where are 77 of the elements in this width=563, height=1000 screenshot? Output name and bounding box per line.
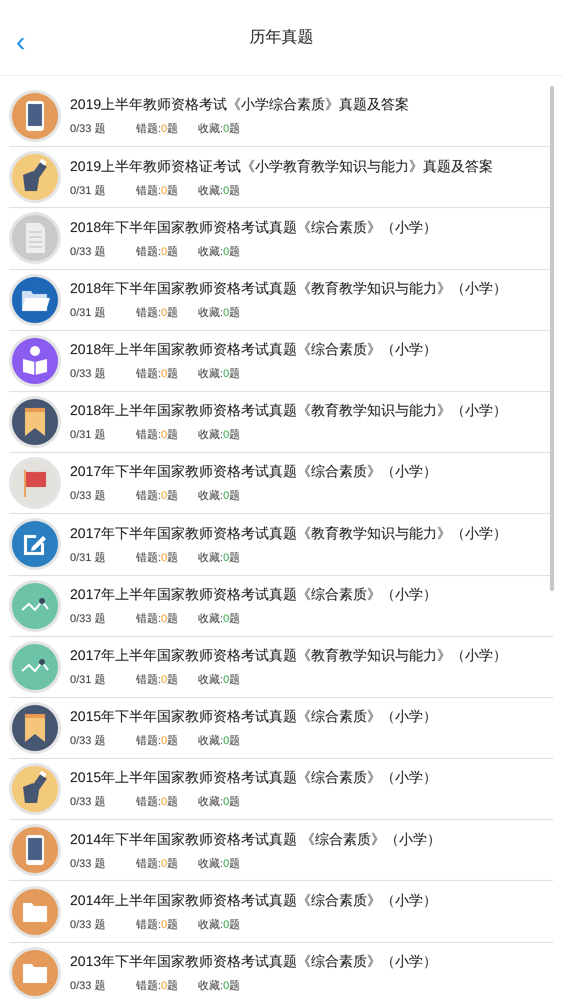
paper-item[interactable]: 2018年上半年国家教师资格考试真题《综合素质》（小学） 0/33 题 错题:0题 收藏:0题 (9, 330, 553, 392)
progress-count: 0/31 题 (70, 306, 106, 321)
wrong-count: 错题:0题 (136, 673, 178, 688)
progress-count: 0/33 题 (70, 489, 106, 504)
saved-count: 收藏:0题 (198, 244, 240, 260)
progress-count: 0/33 题 (70, 244, 106, 260)
paper-title: 2018年上半年国家教师资格考试真题《综合素质》（小学） (70, 340, 438, 360)
paper-item[interactable]: 2017年下半年国家教师资格考试真题《教育教学知识与能力》（小学） 0/31 题 错题:0题 收藏:0题 (9, 514, 553, 576)
paper-item[interactable]: 2018年下半年国家教师资格考试真题《教育教学知识与能力》（小学） 0/31 题 错题:0题 收藏:0题 (9, 270, 553, 331)
paper-item[interactable]: 2018年上半年国家教师资格考试真题《教育教学知识与能力》（小学） 0/31 题 错题:0题 收藏:0题 (9, 392, 553, 454)
paper-title: 2018年上半年国家教师资格考试真题《教育教学知识与能力》（小学） (70, 401, 508, 420)
progress-count: 0/31 题 (70, 673, 106, 688)
progress-count: 0/33 题 (70, 795, 106, 810)
wrong-count: 错题:0题 (136, 367, 178, 382)
paper-title: 2018年下半年国家教师资格考试真题《教育教学知识与能力》（小学） (70, 278, 508, 298)
paper-title: 2014年上半年国家教师资格考试真题《综合素质》（小学） (70, 890, 438, 910)
progress-count: 0/33 题 (70, 734, 106, 750)
paper-title: 2019上半年教师资格证考试《小学教育教学知识与能力》真题及答案 (70, 156, 494, 176)
paper-title: 2014年下半年国家教师资格考试真题 《综合素质》（小学） (70, 830, 442, 849)
wrong-count: 错题:0题 (136, 612, 178, 627)
wrong-count: 错题:0题 (136, 184, 178, 199)
progress-count: 0/31 题 (70, 184, 106, 199)
paper-item[interactable]: 2019上半年教师资格考试《小学综合素质》真题及答案 0/33 题 错题:0题 收藏:0题 (9, 86, 553, 148)
progress-count: 0/33 题 (70, 612, 106, 627)
wrong-count: 错题:0题 (136, 489, 178, 504)
saved-count: 收藏:0题 (198, 306, 240, 321)
wrong-count: 错题:0题 (136, 122, 178, 138)
saved-count: 收藏:0题 (198, 122, 240, 138)
saved-count: 收藏:0题 (198, 366, 240, 382)
wrong-count: 错题:0题 (136, 856, 178, 872)
wrong-count: 错题:0题 (136, 244, 178, 260)
paper-title: 2017年下半年国家教师资格考试真题《综合素质》（小学） (70, 462, 438, 482)
paper-item[interactable]: 2017年上半年国家教师资格考试真题《综合素质》（小学） 0/33 题 错题:0题 收藏:0题 (9, 576, 553, 637)
saved-count: 收藏:0题 (198, 428, 240, 444)
saved-count: 收藏:0题 (198, 488, 240, 504)
saved-count: 收藏:0题 (198, 550, 240, 566)
saved-count: 收藏:0题 (198, 672, 240, 688)
paper-title: 2017年下半年国家教师资格考试真题《教育教学知识与能力》（小学） (70, 524, 508, 543)
progress-count: 0/33 题 (70, 918, 106, 933)
scrollbar[interactable] (550, 86, 554, 591)
wrong-count: 错题:0题 (136, 978, 178, 994)
progress-count: 0/33 题 (70, 856, 106, 872)
saved-count: 收藏:0题 (198, 612, 240, 627)
wrong-count: 错题:0题 (136, 306, 178, 321)
paper-title: 2017年上半年国家教师资格考试真题《综合素质》（小学） (70, 584, 438, 604)
wrong-count: 错题:0题 (136, 734, 178, 750)
paper-item[interactable]: 2013年下半年国家教师资格考试真题《综合素质》（小学） 0/33 题 错题:0题 收藏:0题 (9, 942, 553, 1000)
saved-count: 收藏:0题 (198, 794, 240, 810)
page-title: 历年真题 (250, 28, 314, 48)
saved-count: 收藏:0题 (198, 918, 240, 933)
paper-title: 2019上半年教师资格考试《小学综合素质》真题及答案 (70, 95, 410, 114)
paper-title: 2015年下半年国家教师资格考试真题《综合素质》（小学） (70, 707, 438, 726)
progress-count: 0/33 题 (70, 367, 106, 382)
paper-title: 2015年上半年国家教师资格考试真题《综合素质》（小学） (70, 768, 438, 788)
saved-count: 收藏:0题 (198, 978, 240, 994)
paper-item[interactable]: 2015年下半年国家教师资格考试真题《综合素质》（小学） 0/33 题 错题:0题 收藏:0题 (9, 698, 553, 760)
paper-title: 2013年下半年国家教师资格考试真题《综合素质》（小学） (70, 952, 438, 971)
saved-count: 收藏:0题 (198, 184, 240, 199)
paper-item[interactable]: 2018年下半年国家教师资格考试真题《综合素质》（小学） 0/33 题 错题:0题 收藏:0题 (9, 208, 553, 270)
wrong-count: 错题:0题 (136, 795, 178, 810)
paper-title: 2017年上半年国家教师资格考试真题《教育教学知识与能力》（小学） (70, 646, 508, 666)
progress-count: 0/33 题 (70, 122, 106, 138)
paper-item[interactable]: 2017年上半年国家教师资格考试真题《教育教学知识与能力》（小学） 0/31 题 错题:0题 收藏:0题 (9, 636, 553, 698)
wrong-count: 错题:0题 (136, 918, 178, 933)
paper-title: 2018年下半年国家教师资格考试真题《综合素质》（小学） (70, 218, 438, 237)
progress-count: 0/31 题 (70, 428, 106, 444)
paper-item[interactable]: 2017年下半年国家教师资格考试真题《综合素质》（小学） 0/33 题 错题:0题 收藏:0题 (9, 453, 553, 514)
saved-count: 收藏:0题 (198, 734, 240, 750)
saved-count: 收藏:0题 (198, 856, 240, 872)
wrong-count: 错题:0题 (136, 550, 178, 566)
wrong-count: 错题:0题 (136, 428, 178, 444)
paper-item[interactable]: 2015年上半年国家教师资格考试真题《综合素质》（小学） 0/33 题 错题:0题 收藏:0题 (9, 759, 553, 820)
paper-item[interactable]: 2014年下半年国家教师资格考试真题 《综合素质》（小学） 0/33 题 错题:0题 收藏:0题 (9, 820, 553, 882)
progress-count: 0/31 题 (70, 550, 106, 566)
paper-item[interactable]: 2019上半年教师资格证考试《小学教育教学知识与能力》真题及答案 0/31 题 错题:0题 收藏:0题 (9, 147, 553, 208)
paper-item[interactable]: 2014年上半年国家教师资格考试真题《综合素质》（小学） 0/33 题 错题:0题 收藏:0题 (9, 881, 553, 943)
progress-count: 0/33 题 (70, 978, 106, 994)
